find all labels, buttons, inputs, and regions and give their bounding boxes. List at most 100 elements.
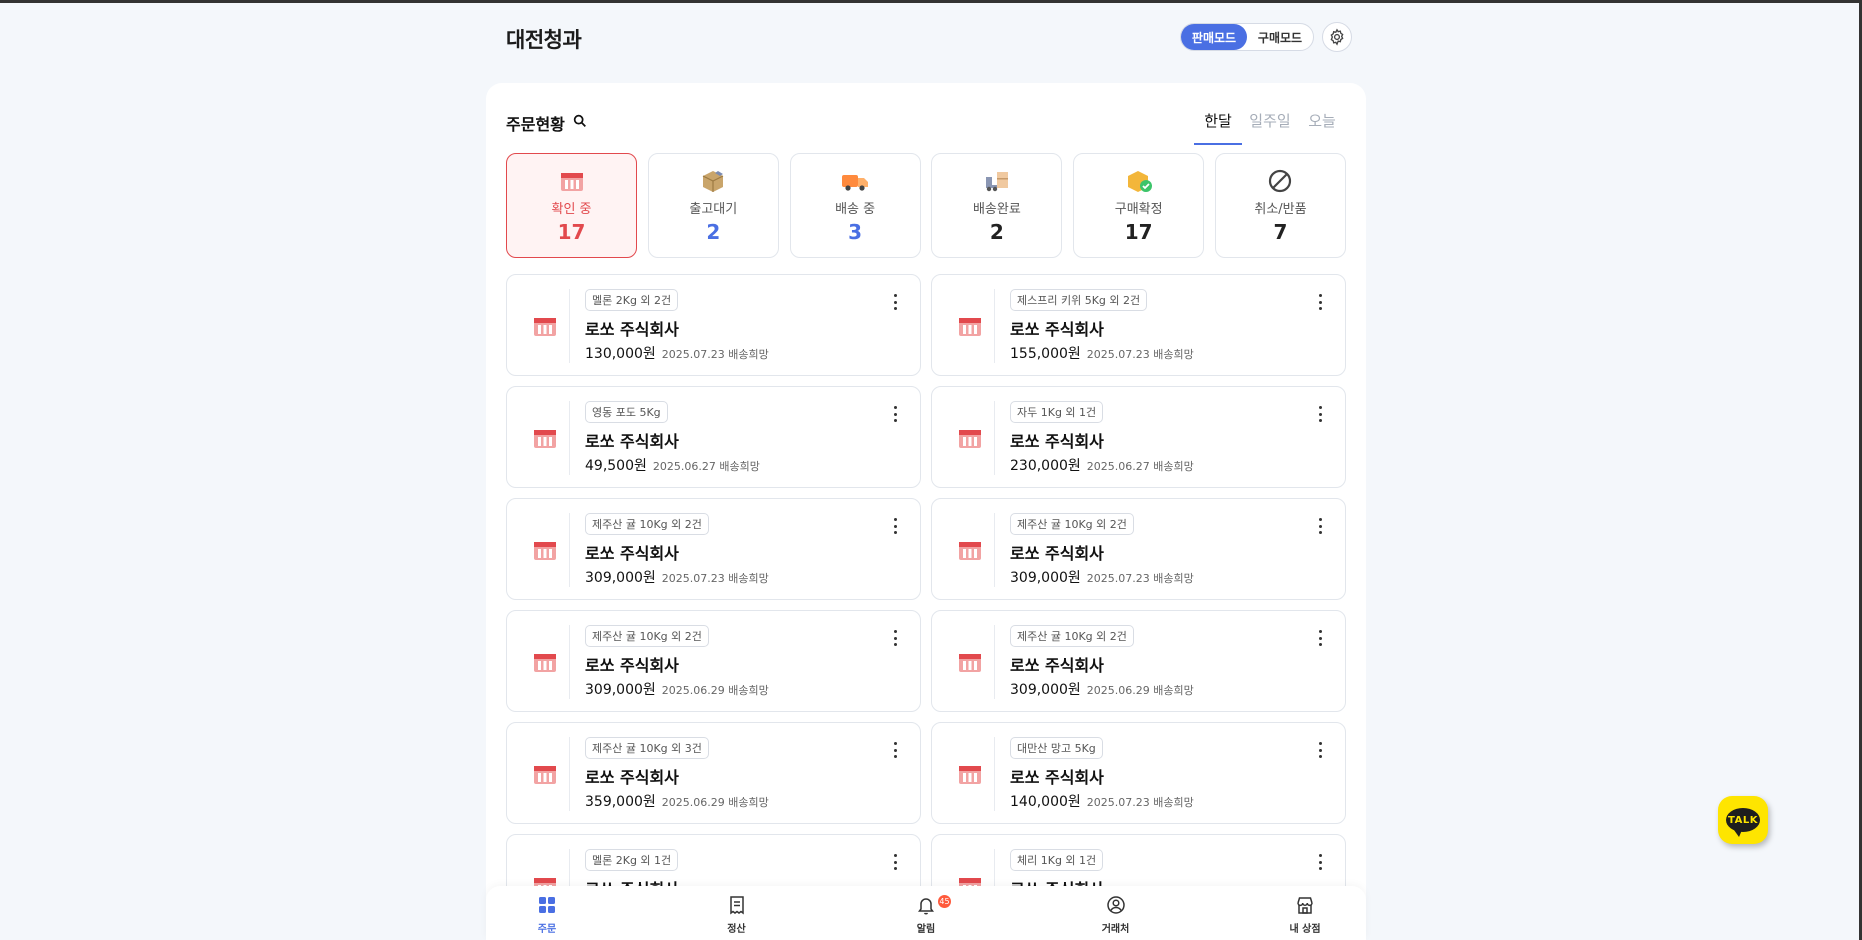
settings-button[interactable] xyxy=(1322,22,1352,52)
order-card[interactable]: 제주산 귤 10Kg 외 2건 로쏘 주식회사 309,000원 2025.06.… xyxy=(506,610,921,712)
nav-clients[interactable]: 거래처 xyxy=(1081,886,1151,940)
status-count: 17 xyxy=(557,220,586,244)
order-price: 140,000원 xyxy=(1010,794,1081,810)
box-icon xyxy=(959,430,981,448)
order-card[interactable]: 영동 포도 5Kg 로쏘 주식회사 49,500원 2025.06.27 배송희망 xyxy=(506,386,921,488)
order-company: 로쏘 주식회사 xyxy=(585,320,679,339)
order-delivery-date: 2025.07.23 배송희망 xyxy=(1086,796,1194,809)
status-label: 구매확정 xyxy=(1114,202,1163,217)
more-options-icon[interactable] xyxy=(888,291,902,313)
more-options-icon[interactable] xyxy=(1313,627,1327,649)
nav-settlement[interactable]: 정산 xyxy=(702,886,772,940)
order-item-tag: 제주산 귤 10Kg 외 2건 xyxy=(1010,625,1134,647)
order-price: 155,000원 xyxy=(1010,346,1081,362)
nav-label: 주문 xyxy=(537,924,557,935)
package-icon xyxy=(703,171,724,192)
order-item-tag: 멜론 2Kg 외 2건 xyxy=(585,289,679,311)
more-options-icon[interactable] xyxy=(1313,739,1327,761)
order-company: 로쏘 주식회사 xyxy=(1010,432,1104,451)
order-delivery-date: 2025.07.23 배송희망 xyxy=(1086,348,1194,361)
order-item-tag: 제주산 귤 10Kg 외 2건 xyxy=(585,625,709,647)
search-icon[interactable] xyxy=(572,113,588,129)
order-company: 로쏘 주식회사 xyxy=(1010,656,1104,675)
more-options-icon[interactable] xyxy=(888,851,902,873)
receipt-icon xyxy=(729,896,744,915)
order-price-row: 155,000원 2025.07.23 배송희망 xyxy=(1010,343,1194,363)
order-card[interactable]: 멜론 2Kg 외 2건 로쏘 주식회사 130,000원 2025.07.23 배… xyxy=(506,274,921,376)
status-count: 2 xyxy=(989,220,1004,244)
order-card[interactable]: 제주산 귤 10Kg 외 2건 로쏘 주식회사 309,000원 2025.06.… xyxy=(931,610,1346,712)
status-shipping[interactable]: 배송 중 3 xyxy=(789,153,921,258)
status-awaiting-shipment[interactable]: 출고대기 2 xyxy=(647,153,779,258)
order-delivery-date: 2025.07.23 배송희망 xyxy=(661,348,769,361)
order-card[interactable]: 제주산 귤 10Kg 외 2건 로쏘 주식회사 309,000원 2025.07.… xyxy=(931,498,1346,600)
more-options-icon[interactable] xyxy=(888,403,902,425)
tab-week[interactable]: 일주일 xyxy=(1246,105,1294,145)
order-company: 로쏘 주식회사 xyxy=(585,768,679,787)
tab-month[interactable]: 한달 xyxy=(1194,105,1242,145)
order-delivery-date: 2025.06.29 배송희망 xyxy=(1086,684,1194,697)
period-tabs: 한달 일주일 오늘 xyxy=(1190,105,1346,145)
more-options-icon[interactable] xyxy=(1313,291,1327,313)
store-icon xyxy=(1297,897,1313,914)
box-icon xyxy=(534,766,556,784)
order-price-row: 130,000원 2025.07.23 배송희망 xyxy=(585,343,769,363)
status-label: 배송 중 xyxy=(835,202,876,217)
chat-bubble-icon: TALK xyxy=(1726,808,1760,837)
nav-label: 알림 xyxy=(916,924,936,935)
order-delivery-date: 2025.06.27 배송희망 xyxy=(652,460,760,473)
page-title: 대전청과 xyxy=(506,28,582,52)
order-card[interactable]: 제주산 귤 10Kg 외 3건 로쏘 주식회사 359,000원 2025.06.… xyxy=(506,722,921,824)
status-filter-row: 확인 중 17 출고대기 2 배송 중 3 배송완료 2 구매확정 17 취소/… xyxy=(506,153,1346,258)
order-company: 로쏘 주식회사 xyxy=(585,432,679,451)
more-options-icon[interactable] xyxy=(1313,515,1327,537)
order-item-tag: 자두 1Kg 외 1건 xyxy=(1010,401,1104,423)
user-circle-icon xyxy=(1106,896,1125,914)
status-cancel-return[interactable]: 취소/반품 7 xyxy=(1214,153,1346,258)
order-card[interactable]: 제주산 귤 10Kg 외 2건 로쏘 주식회사 309,000원 2025.07.… xyxy=(506,498,921,600)
box-icon xyxy=(534,654,556,672)
bell-icon xyxy=(918,898,934,915)
more-options-icon[interactable] xyxy=(888,627,902,649)
box-icon xyxy=(560,173,583,191)
status-label: 확인 중 xyxy=(551,202,592,217)
more-options-icon[interactable] xyxy=(888,739,902,761)
nav-orders[interactable]: 주문 xyxy=(512,886,582,940)
status-label: 취소/반품 xyxy=(1254,202,1307,217)
order-status-header: 주문현황 한달 일주일 오늘 xyxy=(506,105,1346,145)
kakao-talk-button[interactable]: TALK xyxy=(1718,796,1768,844)
sell-mode-button[interactable]: 판매모드 xyxy=(1181,24,1247,50)
talk-label: TALK xyxy=(1728,814,1758,826)
more-options-icon[interactable] xyxy=(1313,851,1327,873)
order-price-row: 140,000원 2025.07.23 배송희망 xyxy=(1010,791,1194,811)
nav-notifications[interactable]: 45 알림 xyxy=(891,886,961,940)
order-card[interactable]: 자두 1Kg 외 1건 로쏘 주식회사 230,000원 2025.06.27 배… xyxy=(931,386,1346,488)
order-item-tag: 제주산 귤 10Kg 외 3건 xyxy=(585,737,709,759)
order-item-tag: 체리 1Kg 외 1건 xyxy=(1010,849,1104,871)
nav-label: 거래처 xyxy=(1101,924,1130,935)
order-card[interactable]: 대만산 망고 5Kg 로쏘 주식회사 140,000원 2025.07.23 배송… xyxy=(931,722,1346,824)
order-price: 359,000원 xyxy=(585,794,656,810)
nav-my-store[interactable]: 내 상점 xyxy=(1270,886,1340,940)
order-price: 230,000원 xyxy=(1010,458,1081,474)
order-card[interactable]: 제스프리 키위 5Kg 외 2건 로쏘 주식회사 155,000원 2025.07… xyxy=(931,274,1346,376)
order-price-row: 309,000원 2025.06.29 배송희망 xyxy=(1010,679,1194,699)
order-company: 로쏘 주식회사 xyxy=(585,656,679,675)
order-item-tag: 대만산 망고 5Kg xyxy=(1010,737,1103,759)
more-options-icon[interactable] xyxy=(1313,403,1327,425)
order-delivery-date: 2025.06.29 배송희망 xyxy=(661,684,769,697)
order-company: 로쏘 주식회사 xyxy=(1010,320,1104,339)
status-checking[interactable]: 확인 중 17 xyxy=(506,153,637,258)
status-purchase-confirmed[interactable]: 구매확정 17 xyxy=(1073,153,1205,258)
tab-today[interactable]: 오늘 xyxy=(1298,105,1346,145)
mode-toggle[interactable]: 판매모드 구매모드 xyxy=(1180,23,1314,51)
buy-mode-button[interactable]: 구매모드 xyxy=(1247,24,1313,50)
header: 대전청과 판매모드 구매모드 xyxy=(506,22,1352,52)
order-price: 309,000원 xyxy=(1010,570,1081,586)
order-status-title: 주문현황 xyxy=(506,115,565,134)
status-delivered[interactable]: 배송완료 2 xyxy=(931,153,1063,258)
order-price: 309,000원 xyxy=(1010,682,1081,698)
more-options-icon[interactable] xyxy=(888,515,902,537)
order-price: 130,000원 xyxy=(585,346,656,362)
order-delivery-date: 2025.06.27 배송희망 xyxy=(1086,460,1194,473)
